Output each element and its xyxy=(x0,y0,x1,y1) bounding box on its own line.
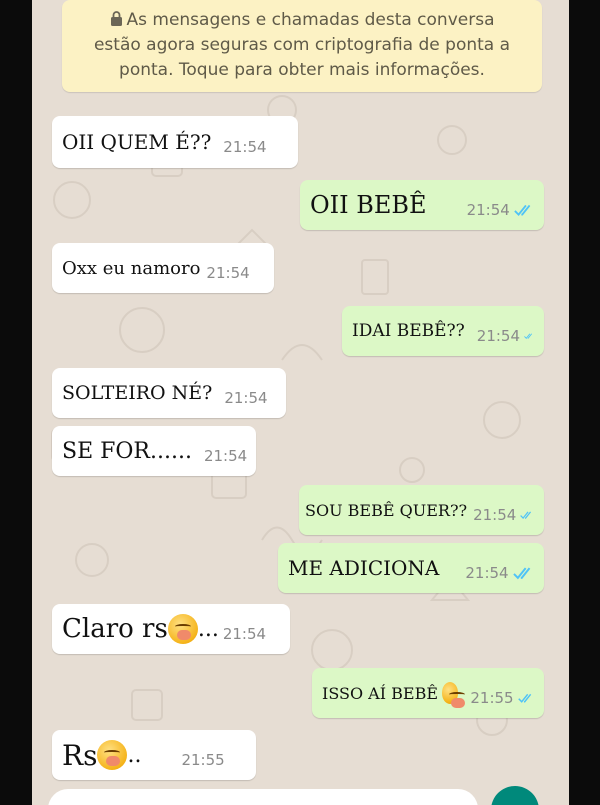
message-time: 21:54 xyxy=(476,327,521,345)
message-text-before: Claro rs xyxy=(62,614,168,644)
message-time: 21:54 xyxy=(206,264,250,282)
message-text: ME ADICIONA xyxy=(288,556,440,580)
notice-line-2: estão agora seguras com criptografia de … xyxy=(93,35,511,55)
message-time: 21:55 xyxy=(470,689,514,707)
message-outgoing[interactable]: ME ADICIONA 21:54 xyxy=(278,543,544,593)
encryption-notice[interactable]: As mensagens e chamadas desta conversa e… xyxy=(62,0,542,92)
message-text-before: Rs xyxy=(62,738,98,772)
message-time: 21:54 xyxy=(222,625,267,643)
message-text: OII BEBÊ xyxy=(310,191,427,219)
message-incoming[interactable]: Oxx eu namoro 21:54 xyxy=(52,243,274,293)
message-incoming[interactable]: Rs .. 21:55 xyxy=(52,730,256,780)
message-outgoing[interactable]: IDAI BEBÊ?? 21:54 xyxy=(342,306,544,356)
message-text: IDAI BEBÊ?? xyxy=(352,321,465,341)
message-text: SOLTEIRO NÉ? xyxy=(62,382,213,404)
message-time: 21:54 xyxy=(203,447,248,465)
message-outgoing[interactable]: OII BEBÊ 21:54 xyxy=(300,180,544,230)
double-check-icon xyxy=(520,511,532,520)
kissing-heart-emoji xyxy=(442,682,466,708)
message-incoming[interactable]: Claro rs ... 21:54 xyxy=(52,604,290,654)
lock-icon xyxy=(110,11,122,26)
message-text-after: .. xyxy=(127,742,142,768)
message-time: 21:54 xyxy=(473,506,517,524)
message-time: 21:55 xyxy=(181,751,225,769)
notice-line-1: As mensagens e chamadas desta conversa xyxy=(126,10,495,30)
message-time: 21:54 xyxy=(465,564,509,582)
message-time: 21:54 xyxy=(224,389,268,407)
double-check-icon xyxy=(514,204,531,216)
message-text: Oxx eu namoro xyxy=(62,257,201,279)
message-input[interactable] xyxy=(48,789,478,805)
notice-line-3: ponta. Toque para obter mais informações… xyxy=(119,60,485,80)
message-outgoing[interactable]: ISSO AÍ BEBÊ 21:55 xyxy=(312,668,544,718)
message-time: 21:54 xyxy=(223,138,267,156)
message-outgoing[interactable]: SOU BEBÊ QUER?? 21:54 xyxy=(299,485,544,535)
message-text: OII QUEM É?? xyxy=(62,130,212,154)
message-text: SE FOR...... xyxy=(62,438,192,464)
message-incoming[interactable]: SE FOR...... 21:54 xyxy=(52,426,256,476)
double-check-icon xyxy=(517,693,531,703)
message-incoming[interactable]: OII QUEM É?? 21:54 xyxy=(52,116,298,168)
hand-over-mouth-emoji xyxy=(167,614,198,644)
message-incoming[interactable]: SOLTEIRO NÉ? 21:54 xyxy=(52,368,286,418)
chat-area: As mensagens e chamadas desta conversa e… xyxy=(32,0,569,805)
double-check-icon xyxy=(512,567,530,580)
message-time: 21:54 xyxy=(466,201,510,219)
double-check-icon xyxy=(524,333,533,339)
message-text-after: ... xyxy=(197,616,219,642)
message-text: SOU BEBÊ QUER?? xyxy=(305,500,468,520)
hand-over-mouth-emoji xyxy=(97,740,128,770)
message-text-before: ISSO AÍ BEBÊ xyxy=(322,683,438,703)
